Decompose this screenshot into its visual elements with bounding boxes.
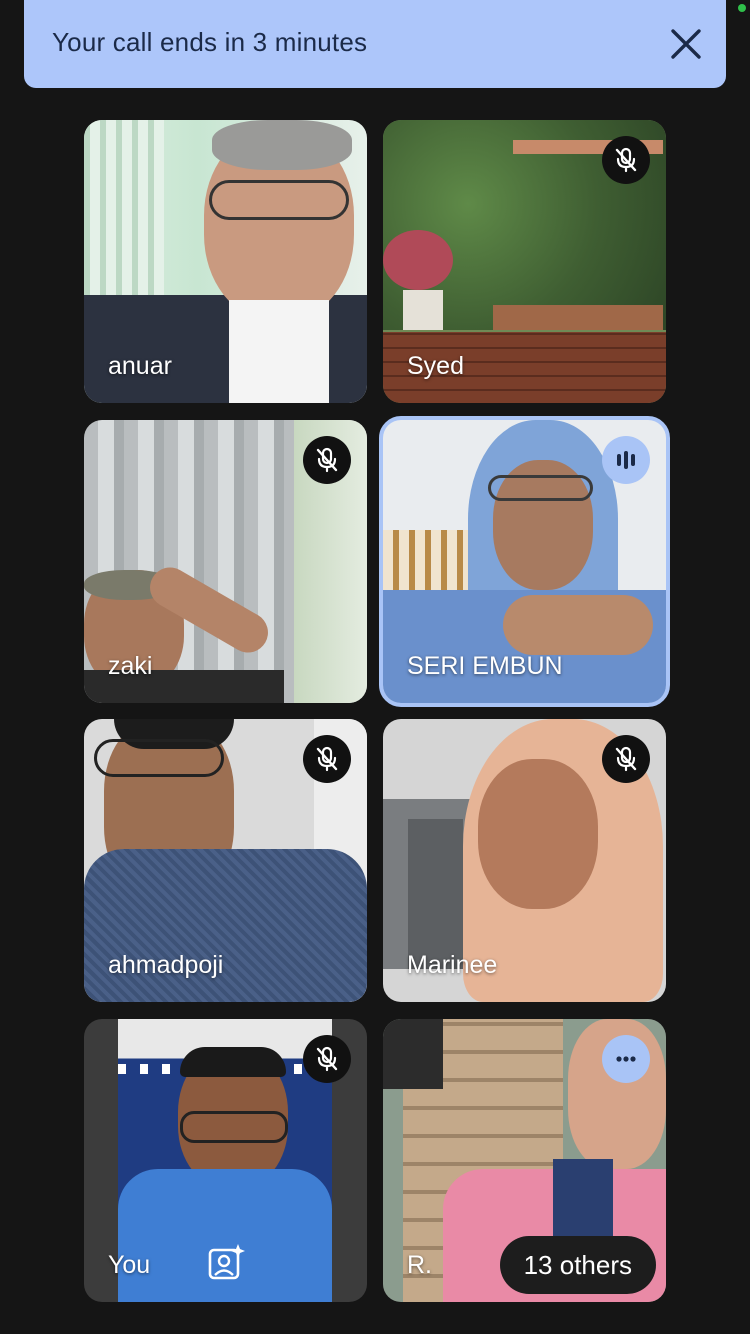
participant-tile-ahmadpoji[interactable]: ahmadpoji xyxy=(84,719,367,1002)
mic-off-badge xyxy=(303,436,351,484)
status-indicator-dot xyxy=(738,4,746,12)
visual-effects-button[interactable] xyxy=(202,1240,248,1286)
visual-effects-icon xyxy=(208,1244,245,1280)
mic-off-badge xyxy=(303,735,351,783)
mic-off-badge xyxy=(602,735,650,783)
more-horizontal-icon xyxy=(616,1056,636,1062)
mic-off-icon xyxy=(615,147,637,173)
banner-message: Your call ends in 3 minutes xyxy=(52,27,368,57)
close-icon xyxy=(671,29,701,59)
mic-off-badge xyxy=(303,1035,351,1083)
mic-off-icon xyxy=(316,746,338,772)
participant-tile-seri-embun[interactable]: SERI EMBUN xyxy=(379,416,670,707)
participant-name: Syed xyxy=(407,352,464,380)
participant-tile-anuar[interactable]: anuar xyxy=(84,120,367,403)
participant-name: Marinee xyxy=(407,951,498,979)
participant-name: SERI EMBUN xyxy=(407,652,563,680)
participant-tile-zaki[interactable]: zaki xyxy=(84,420,367,703)
participant-name: ahmadpoji xyxy=(108,951,224,979)
participant-tile-self[interactable]: You xyxy=(84,1019,367,1302)
participant-name: You xyxy=(108,1251,151,1279)
participant-tile-r[interactable]: R. 13 others xyxy=(383,1019,666,1302)
participant-name: anuar xyxy=(108,352,172,380)
mic-off-badge xyxy=(602,136,650,184)
speaking-indicator-badge xyxy=(602,436,650,484)
more-options-badge[interactable] xyxy=(602,1035,650,1083)
mic-off-icon xyxy=(316,1046,338,1072)
participant-tile-syed[interactable]: Syed xyxy=(383,120,666,403)
others-count-button[interactable]: 13 others xyxy=(499,1236,656,1294)
call-ending-banner: Your call ends in 3 minutes xyxy=(24,0,726,88)
audio-level-icon xyxy=(617,451,635,469)
mic-off-icon xyxy=(316,447,338,473)
participant-tile-marinee[interactable]: Marinee xyxy=(383,719,666,1002)
close-banner-button[interactable] xyxy=(664,22,708,66)
participant-name: zaki xyxy=(108,652,153,680)
mic-off-icon xyxy=(615,746,637,772)
participant-name: R. xyxy=(407,1251,432,1279)
